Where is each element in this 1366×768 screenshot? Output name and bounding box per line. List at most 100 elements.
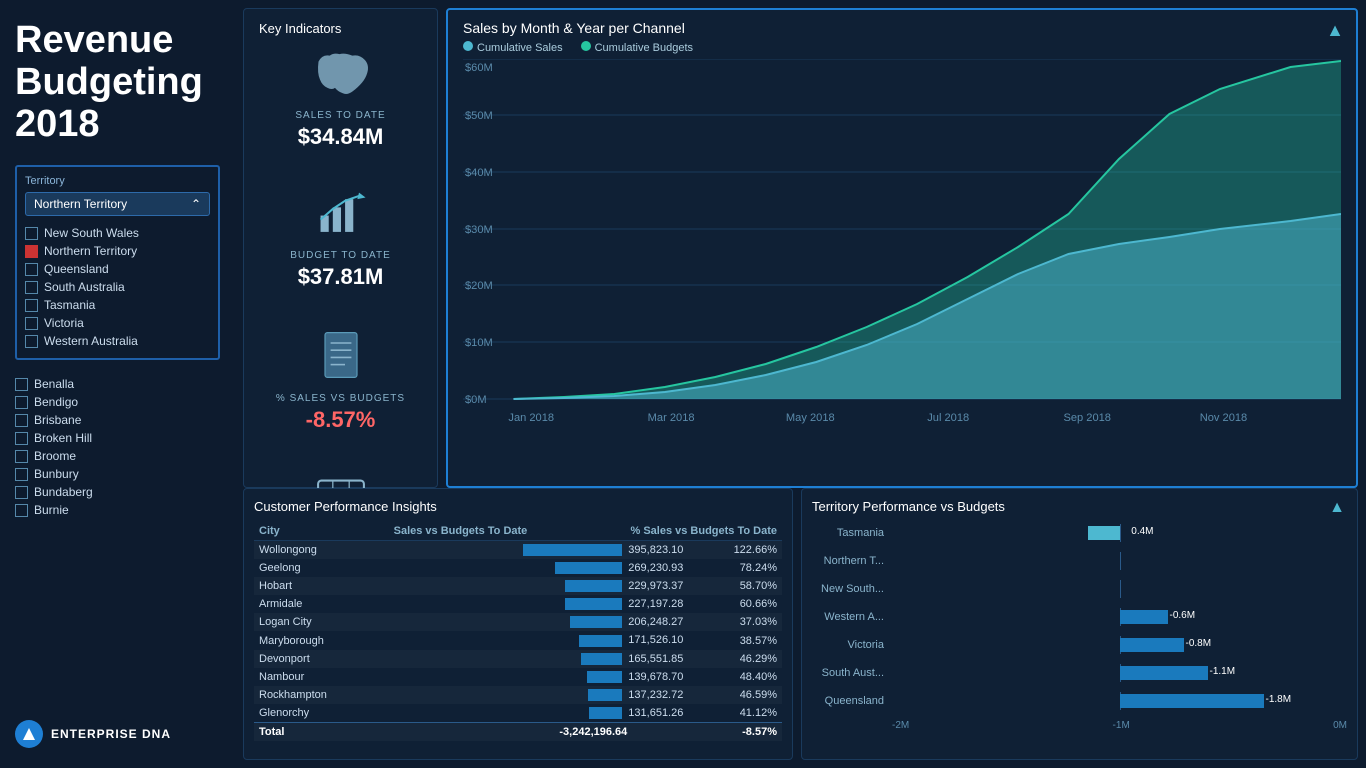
budget-to-date-block: BUDGET TO DATE $37.81M (259, 191, 422, 290)
tp-bar-wrap: 0.4M (892, 524, 1347, 542)
svg-text:$20M: $20M (465, 280, 493, 292)
checkbox-tas[interactable] (25, 299, 38, 312)
svg-text:$0M: $0M (465, 394, 487, 406)
total-row: Total -3,242,196.64 -8.57% (254, 722, 782, 741)
svg-text:$30M: $30M (465, 224, 493, 236)
checkbox-nsw[interactable] (25, 227, 38, 240)
brand-footer: ENTERPRISE DNA (15, 710, 220, 748)
list-item[interactable]: Broken Hill (15, 429, 220, 447)
list-item[interactable]: Bunbury (15, 465, 220, 483)
list-item[interactable]: Queensland (25, 260, 210, 278)
territory-bar-row: South Aust... -1.1M (812, 664, 1347, 682)
list-item[interactable]: Broome (15, 447, 220, 465)
territory-bars-container: Tasmania 0.4M Northern T... New South...… (812, 524, 1347, 710)
list-item[interactable]: South Australia (25, 278, 210, 296)
chart-legend: Cumulative Sales Cumulative Budgets (463, 41, 1341, 54)
tp-bar-wrap: -1.8M (892, 692, 1347, 710)
table-row: Nambour 139,678.70 48.40% (254, 668, 782, 686)
tp-zero-line (1120, 580, 1121, 598)
tp-zero-line (1120, 552, 1121, 570)
customer-table: City Sales vs Budgets To Date % Sales vs… (254, 522, 782, 541)
sales-to-date-label: SALES TO DATE (295, 110, 385, 121)
svg-text:$40M: $40M (465, 167, 493, 179)
checkbox-sa[interactable] (25, 281, 38, 294)
checkbox-vic[interactable] (25, 317, 38, 330)
page-title: RevenueBudgeting2018 (15, 20, 220, 145)
tp-bar-wrap: -0.8M (892, 636, 1347, 654)
territory-filter-box: Territory Northern Territory ⌃ New South… (15, 165, 220, 360)
table-row: Devonport 165,551.85 46.29% (254, 650, 782, 668)
legend-budgets: Cumulative Budgets (581, 41, 693, 54)
table-row: Armidale 227,197.28 60.66% (254, 595, 782, 613)
pct-sales-vs-budgets-block: % SALES VS BUDGETS -8.57% (259, 331, 422, 433)
checkbox-qld[interactable] (25, 263, 38, 276)
tp-bar-wrap: -1.1M (892, 664, 1347, 682)
list-item[interactable]: Bendigo (15, 393, 220, 411)
table-row: Wollongong 395,823.10 122.66% (254, 541, 782, 559)
territory-panel-title: Territory Performance vs Budgets (812, 499, 1347, 514)
total-label: Total (254, 722, 372, 741)
territory-selected: Northern Territory (34, 197, 127, 211)
chart-expand-icon[interactable]: ▲ (1326, 20, 1344, 41)
pct-sales-value: -8.57% (306, 407, 376, 433)
brand-name: ENTERPRISE DNA (51, 727, 171, 741)
legend-sales: Cumulative Sales (463, 41, 563, 54)
list-item[interactable]: Victoria (25, 314, 210, 332)
tp-bar-label: Victoria (812, 639, 892, 651)
total-sales: -3,242,196.64 (372, 722, 632, 741)
tp-bar-label: New South... (812, 583, 892, 595)
svg-text:$10M: $10M (465, 337, 493, 349)
city-list: Benalla Bendigo Brisbane Broken Hill Bro… (15, 375, 220, 519)
list-item[interactable]: Western Australia (25, 332, 210, 350)
sales-chart-panel: Sales by Month & Year per Channel Cumula… (446, 8, 1358, 488)
top-row: Key Indicators SALES TO DATE $34.84M (243, 8, 1358, 488)
checkbox-wa[interactable] (25, 335, 38, 348)
territory-bar-row: Tasmania 0.4M (812, 524, 1347, 542)
svg-text:Sep 2018: Sep 2018 (1063, 412, 1111, 424)
svg-text:Nov 2018: Nov 2018 (1200, 412, 1248, 424)
customer-panel-title: Customer Performance Insights (254, 499, 782, 514)
territory-dropdown[interactable]: Northern Territory ⌃ (25, 192, 210, 216)
chevron-up-icon: ⌃ (191, 197, 201, 211)
list-item[interactable]: Burnie (15, 501, 220, 519)
tp-axis: -2M -1M 0M (812, 720, 1347, 731)
territory-bar-row: New South... (812, 580, 1347, 598)
list-item[interactable]: Brisbane (15, 411, 220, 429)
customer-data-table: Wollongong 395,823.10 122.66% Geelong 26… (254, 541, 782, 722)
pct-sales-label: % SALES VS BUDGETS (276, 393, 405, 404)
tp-bar-label: Western A... (812, 611, 892, 623)
sales-to-date-value: $34.84M (298, 124, 384, 150)
territory-bar-row: Victoria -0.8M (812, 636, 1347, 654)
sales-to-date-block: SALES TO DATE $34.84M (259, 46, 422, 150)
list-item[interactable]: New South Wales (25, 224, 210, 242)
budget-to-date-value: $37.81M (298, 264, 384, 290)
list-item[interactable]: Benalla (15, 375, 220, 393)
list-item[interactable]: Bundaberg (15, 483, 220, 501)
territory-filter-label: Territory (25, 175, 210, 187)
col-sales: Sales vs Budgets To Date (303, 522, 532, 541)
tp-bar-wrap (892, 552, 1347, 570)
checkbox-nt[interactable] (25, 245, 38, 258)
table-row: Rockhampton 137,232.72 46.59% (254, 686, 782, 704)
col-pct: % Sales vs Budgets To Date (532, 522, 782, 541)
table-row: Logan City 206,248.27 37.03% (254, 613, 782, 631)
line-chart: $0M $10M $20M $30M $40M $50M $60M Jan 20… (463, 59, 1341, 429)
table-scroll-area[interactable]: Wollongong 395,823.10 122.66% Geelong 26… (254, 541, 782, 722)
territory-performance-panel: Territory Performance vs Budgets ▲ Tasma… (801, 488, 1358, 760)
table-row: Hobart 229,973.37 58.70% (254, 577, 782, 595)
svg-text:$60M: $60M (465, 62, 493, 74)
tp-bar-wrap: -0.6M (892, 608, 1347, 626)
sidebar: RevenueBudgeting2018 Territory Northern … (0, 0, 235, 768)
list-item[interactable]: Tasmania (25, 296, 210, 314)
list-item[interactable]: Northern Territory (25, 242, 210, 260)
budget-to-date-label: BUDGET TO DATE (290, 250, 391, 261)
sales-chart-title: Sales by Month & Year per Channel (463, 20, 1341, 36)
key-indicators-title: Key Indicators (259, 21, 341, 36)
tp-bar-label: Northern T... (812, 555, 892, 567)
territory-chart-icon[interactable]: ▲ (1329, 499, 1345, 517)
tp-bar-wrap (892, 580, 1347, 598)
svg-text:Jul 2018: Jul 2018 (927, 412, 969, 424)
col-city: City (254, 522, 303, 541)
svg-text:$50M: $50M (465, 110, 493, 122)
bottom-row: Customer Performance Insights City Sales… (243, 488, 1358, 760)
